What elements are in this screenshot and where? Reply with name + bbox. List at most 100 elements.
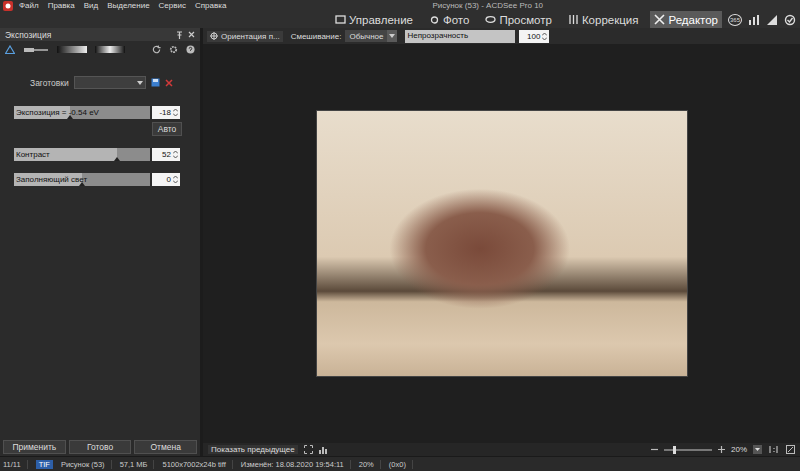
- orientation-button[interactable]: Ориентация п...: [207, 31, 283, 42]
- mode-tab[interactable]: Управление: [331, 11, 417, 28]
- slider-value[interactable]: 0: [152, 173, 180, 186]
- title-bar: Файл Правка Вид Выделение Сервис Справка Рисун…: [0, 0, 800, 28]
- linear-gradient-icon[interactable]: [57, 46, 87, 53]
- zoom-out-icon[interactable]: [651, 446, 658, 453]
- slider-value[interactable]: -18: [152, 106, 180, 119]
- radial-gradient-icon[interactable]: [95, 46, 125, 53]
- mode-icon: [568, 14, 579, 25]
- delete-icon[interactable]: [165, 79, 173, 87]
- slider-marker[interactable]: [79, 182, 85, 186]
- slider-track[interactable]: Заполняющий свет: [14, 173, 150, 186]
- slider-marker[interactable]: [67, 115, 73, 119]
- office365-badge[interactable]: 365: [728, 14, 742, 26]
- slider-group: Контраст52: [14, 148, 200, 161]
- slider-value[interactable]: 52: [152, 148, 180, 161]
- presets-dropdown[interactable]: [74, 76, 146, 89]
- help-icon[interactable]: [186, 45, 195, 54]
- spinner-icon[interactable]: [173, 175, 178, 184]
- editor-toolbar: Ориентация п... Смешивание:Обычное Непрозр…: [203, 28, 800, 44]
- canvas-bottom-bar: Показать предыдущее 20%: [203, 443, 800, 456]
- brush-icon[interactable]: [23, 46, 49, 54]
- presets-label: Заготовки: [30, 78, 69, 88]
- slider-track[interactable]: Контраст: [14, 148, 150, 161]
- menu-item[interactable]: Справка: [195, 1, 226, 10]
- actual-size-icon[interactable]: [768, 445, 780, 454]
- status-item: 57,1 МБ: [120, 460, 155, 469]
- mode-icon: [335, 14, 346, 25]
- gear-icon[interactable]: [169, 45, 178, 54]
- spinner-icon[interactable]: [173, 150, 178, 159]
- menu-item[interactable]: Вид: [84, 1, 98, 10]
- zoom-value[interactable]: 20%: [731, 445, 747, 454]
- slider-track[interactable]: Экспозиция = -0.54 eV: [14, 106, 150, 119]
- slider-label: Заполняющий свет: [16, 174, 87, 185]
- window-title: Рисунок (53) - ACDSee Pro 10: [432, 1, 543, 10]
- status-item: 5100x7002x24b tiff: [162, 460, 232, 469]
- opacity-slider[interactable]: Непрозрачность: [405, 30, 515, 43]
- status-item: (0x0): [389, 460, 413, 469]
- blend-label: Смешивание:: [291, 32, 342, 41]
- auto-button[interactable]: Авто: [152, 122, 182, 136]
- slider-marker[interactable]: [114, 157, 120, 161]
- zoom-slider[interactable]: [664, 449, 712, 451]
- mode-icon: [429, 14, 440, 25]
- menu-item[interactable]: Сервис: [159, 1, 186, 10]
- panel-toolbar: [0, 41, 200, 58]
- mode-tab[interactable]: Редактор: [650, 11, 722, 28]
- mode-tab[interactable]: Фото: [425, 11, 473, 28]
- status-item: TIF: [36, 460, 53, 469]
- acdsee-logo-icon: [3, 1, 13, 11]
- slider-row: Контраст52: [14, 148, 200, 161]
- warning-icon[interactable]: [5, 45, 15, 54]
- footer-button[interactable]: Готово: [69, 440, 132, 454]
- opacity-label: Непрозрачность: [407, 30, 468, 41]
- exposure-panel: Экспозиция Заготовки Экспозиция = -0.54 eV…: [0, 28, 203, 456]
- slider-group: Заполняющий свет 0: [14, 173, 200, 186]
- fullscreen-icon[interactable]: [304, 445, 313, 454]
- photo[interactable]: [317, 111, 687, 376]
- refresh-icon[interactable]: [152, 45, 161, 54]
- status-item: 20%: [359, 460, 381, 469]
- close-icon[interactable]: [188, 31, 195, 38]
- menu-bar: Файл Правка Вид Выделение Сервис Справка: [19, 1, 226, 10]
- spinner-icon[interactable]: [542, 32, 547, 41]
- panel-title: Экспозиция: [5, 30, 51, 40]
- presets-row: Заготовки: [0, 58, 200, 89]
- status-item: Рисунок (53): [61, 460, 112, 469]
- fit-icon[interactable]: [786, 445, 795, 454]
- show-previous-button[interactable]: Показать предыдущее: [208, 445, 298, 454]
- slider-row: Экспозиция = -0.54 eV -18: [14, 106, 200, 119]
- panel-footer: ПрименитьГотовоОтмена: [0, 440, 200, 456]
- footer-button[interactable]: Отмена: [134, 440, 197, 454]
- zoom-menu-icon[interactable]: [753, 445, 762, 454]
- image-canvas: [203, 44, 800, 443]
- mode-icon: [654, 14, 665, 25]
- pin-icon[interactable]: [176, 31, 183, 39]
- mode-tabs: Управление Фото Просмотр Коррекция Редактор: [331, 11, 722, 28]
- signal-icon[interactable]: [766, 14, 778, 26]
- status-item: Изменён: 18.08.2020 19:54:11: [241, 460, 351, 469]
- slider-label: Экспозиция = -0.54 eV: [16, 107, 99, 118]
- slider-row: Заполняющий свет 0: [14, 173, 200, 186]
- menu-item[interactable]: Выделение: [107, 1, 149, 10]
- zoom-marker[interactable]: [673, 446, 676, 454]
- eye-check-icon[interactable]: [784, 14, 796, 26]
- opacity-value[interactable]: 100: [519, 30, 549, 43]
- slider-list: Экспозиция = -0.54 eV-18АвтоКонтраст52За…: [0, 89, 200, 186]
- blend-dropdown[interactable]: Обычное: [345, 30, 397, 42]
- editor-window: Файл Правка Вид Выделение Сервис Справка Рисун…: [0, 0, 800, 471]
- mode-icon: [485, 14, 496, 25]
- mode-tab[interactable]: Просмотр: [481, 11, 556, 28]
- panel-title-bar: Экспозиция: [0, 28, 200, 41]
- footer-button[interactable]: Применить: [3, 440, 66, 454]
- bars-icon[interactable]: [748, 14, 760, 26]
- menu-item[interactable]: Правка: [48, 1, 75, 10]
- spinner-icon[interactable]: [173, 108, 178, 117]
- save-icon[interactable]: [151, 78, 160, 87]
- histogram-icon[interactable]: [319, 445, 328, 454]
- crosshair-icon: [210, 32, 218, 40]
- menu-item[interactable]: Файл: [19, 1, 39, 10]
- mode-tab[interactable]: Коррекция: [564, 11, 643, 28]
- zoom-in-icon[interactable]: [718, 446, 725, 453]
- status-item: 11/11: [3, 460, 28, 469]
